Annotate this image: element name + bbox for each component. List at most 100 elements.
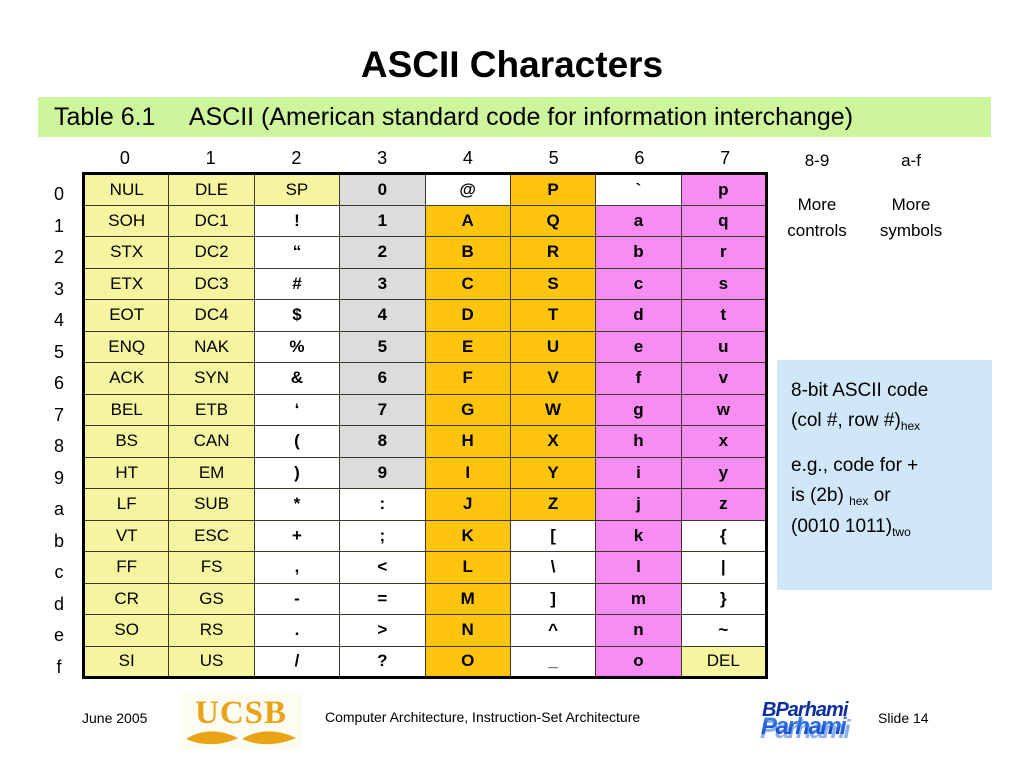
ascii-cell-10[interactable]: DLE bbox=[168, 173, 255, 206]
ascii-cell-49[interactable]: I bbox=[424, 456, 511, 489]
ascii-cell-3c[interactable]: < bbox=[339, 551, 426, 584]
ascii-cell-2b[interactable]: + bbox=[253, 519, 341, 552]
ascii-cell-55[interactable]: U bbox=[509, 330, 597, 363]
ascii-cell-3f[interactable]: ? bbox=[339, 645, 426, 678]
ascii-cell-72[interactable]: r bbox=[680, 236, 768, 269]
ascii-cell-0d[interactable]: CR bbox=[82, 582, 170, 615]
ascii-cell-79[interactable]: y bbox=[680, 456, 768, 489]
ascii-cell-09[interactable]: HT bbox=[82, 456, 170, 489]
ascii-cell-7e[interactable]: ~ bbox=[680, 614, 768, 647]
ascii-cell-64[interactable]: d bbox=[595, 299, 682, 332]
ascii-cell-14[interactable]: DC4 bbox=[168, 299, 255, 332]
ascii-cell-16[interactable]: SYN bbox=[168, 362, 255, 395]
ascii-cell-26[interactable]: & bbox=[253, 362, 341, 395]
ascii-cell-48[interactable]: H bbox=[424, 425, 511, 458]
ascii-cell-53[interactable]: S bbox=[509, 267, 597, 300]
ascii-cell-2f[interactable]: / bbox=[253, 645, 341, 678]
ascii-cell-0f[interactable]: SI bbox=[82, 645, 170, 678]
ascii-cell-4f[interactable]: O bbox=[424, 645, 511, 678]
ascii-cell-33[interactable]: 3 bbox=[339, 267, 426, 300]
ascii-cell-74[interactable]: t bbox=[680, 299, 768, 332]
ascii-cell-27[interactable]: ‘ bbox=[253, 393, 341, 426]
ascii-cell-1c[interactable]: FS bbox=[168, 551, 255, 584]
ascii-cell-15[interactable]: NAK bbox=[168, 330, 255, 363]
ascii-cell-3a[interactable]: : bbox=[339, 488, 426, 521]
ascii-cell-44[interactable]: D bbox=[424, 299, 511, 332]
ascii-cell-60[interactable]: ` bbox=[595, 173, 682, 206]
ascii-cell-0b[interactable]: VT bbox=[82, 519, 170, 552]
ascii-cell-0a[interactable]: LF bbox=[82, 488, 170, 521]
ascii-cell-3d[interactable]: = bbox=[339, 582, 426, 615]
ascii-cell-1b[interactable]: ESC bbox=[168, 519, 255, 552]
ascii-cell-46[interactable]: F bbox=[424, 362, 511, 395]
ascii-cell-54[interactable]: T bbox=[509, 299, 597, 332]
ascii-cell-63[interactable]: c bbox=[595, 267, 682, 300]
ascii-cell-6e[interactable]: n bbox=[595, 614, 682, 647]
ascii-cell-51[interactable]: Q bbox=[509, 204, 597, 237]
ascii-cell-20[interactable]: SP bbox=[253, 173, 341, 206]
ascii-cell-2d[interactable]: - bbox=[253, 582, 341, 615]
ascii-cell-28[interactable]: ( bbox=[253, 425, 341, 458]
ascii-cell-32[interactable]: 2 bbox=[339, 236, 426, 269]
ascii-cell-23[interactable]: # bbox=[253, 267, 341, 300]
ascii-cell-1f[interactable]: US bbox=[168, 645, 255, 678]
ascii-cell-13[interactable]: DC3 bbox=[168, 267, 255, 300]
ascii-cell-34[interactable]: 4 bbox=[339, 299, 426, 332]
ascii-cell-5f[interactable]: _ bbox=[509, 645, 597, 678]
ascii-cell-7c[interactable]: | bbox=[680, 551, 768, 584]
ascii-cell-29[interactable]: ) bbox=[253, 456, 341, 489]
ascii-cell-31[interactable]: 1 bbox=[339, 204, 426, 237]
ascii-cell-38[interactable]: 8 bbox=[339, 425, 426, 458]
ascii-cell-03[interactable]: ETX bbox=[82, 267, 170, 300]
ascii-cell-6f[interactable]: o bbox=[595, 645, 682, 678]
ascii-cell-0c[interactable]: FF bbox=[82, 551, 170, 584]
ascii-cell-36[interactable]: 6 bbox=[339, 362, 426, 395]
ascii-cell-05[interactable]: ENQ bbox=[82, 330, 170, 363]
ascii-cell-7d[interactable]: } bbox=[680, 582, 768, 615]
ascii-cell-5e[interactable]: ^ bbox=[509, 614, 597, 647]
ascii-cell-43[interactable]: C bbox=[424, 267, 511, 300]
ascii-cell-42[interactable]: B bbox=[424, 236, 511, 269]
ascii-cell-1e[interactable]: RS bbox=[168, 614, 255, 647]
ascii-cell-41[interactable]: A bbox=[424, 204, 511, 237]
ascii-cell-00[interactable]: NUL bbox=[82, 173, 170, 206]
ascii-cell-3b[interactable]: ; bbox=[339, 519, 426, 552]
ascii-cell-7f[interactable]: DEL bbox=[680, 645, 768, 678]
ascii-cell-68[interactable]: h bbox=[595, 425, 682, 458]
ascii-cell-6b[interactable]: k bbox=[595, 519, 682, 552]
ascii-cell-18[interactable]: CAN bbox=[168, 425, 255, 458]
ascii-cell-17[interactable]: ETB bbox=[168, 393, 255, 426]
ascii-cell-56[interactable]: V bbox=[509, 362, 597, 395]
ascii-cell-71[interactable]: q bbox=[680, 204, 768, 237]
ascii-cell-5d[interactable]: ] bbox=[509, 582, 597, 615]
ascii-cell-2c[interactable]: , bbox=[253, 551, 341, 584]
ascii-cell-7a[interactable]: z bbox=[680, 488, 768, 521]
ascii-cell-6c[interactable]: l bbox=[595, 551, 682, 584]
ascii-cell-24[interactable]: $ bbox=[253, 299, 341, 332]
ascii-cell-4c[interactable]: L bbox=[424, 551, 511, 584]
ascii-cell-21[interactable]: ! bbox=[253, 204, 341, 237]
ascii-cell-02[interactable]: STX bbox=[82, 236, 170, 269]
ascii-cell-4a[interactable]: J bbox=[424, 488, 511, 521]
ascii-cell-4e[interactable]: N bbox=[424, 614, 511, 647]
ascii-cell-77[interactable]: w bbox=[680, 393, 768, 426]
ascii-cell-62[interactable]: b bbox=[595, 236, 682, 269]
ascii-cell-75[interactable]: u bbox=[680, 330, 768, 363]
ascii-cell-73[interactable]: s bbox=[680, 267, 768, 300]
ascii-cell-39[interactable]: 9 bbox=[339, 456, 426, 489]
ascii-cell-1a[interactable]: SUB bbox=[168, 488, 255, 521]
ascii-cell-40[interactable]: @ bbox=[424, 173, 511, 206]
ascii-cell-6d[interactable]: m bbox=[595, 582, 682, 615]
ascii-cell-2a[interactable]: * bbox=[253, 488, 341, 521]
ascii-cell-4d[interactable]: M bbox=[424, 582, 511, 615]
ascii-cell-3e[interactable]: > bbox=[339, 614, 426, 647]
ascii-cell-61[interactable]: a bbox=[595, 204, 682, 237]
ascii-cell-30[interactable]: 0 bbox=[339, 173, 426, 206]
ascii-cell-57[interactable]: W bbox=[509, 393, 597, 426]
ascii-cell-5b[interactable]: [ bbox=[509, 519, 597, 552]
ascii-cell-07[interactable]: BEL bbox=[82, 393, 170, 426]
ascii-cell-01[interactable]: SOH bbox=[82, 204, 170, 237]
ascii-cell-22[interactable]: “ bbox=[253, 236, 341, 269]
ascii-cell-5a[interactable]: Z bbox=[509, 488, 597, 521]
ascii-cell-66[interactable]: f bbox=[595, 362, 682, 395]
